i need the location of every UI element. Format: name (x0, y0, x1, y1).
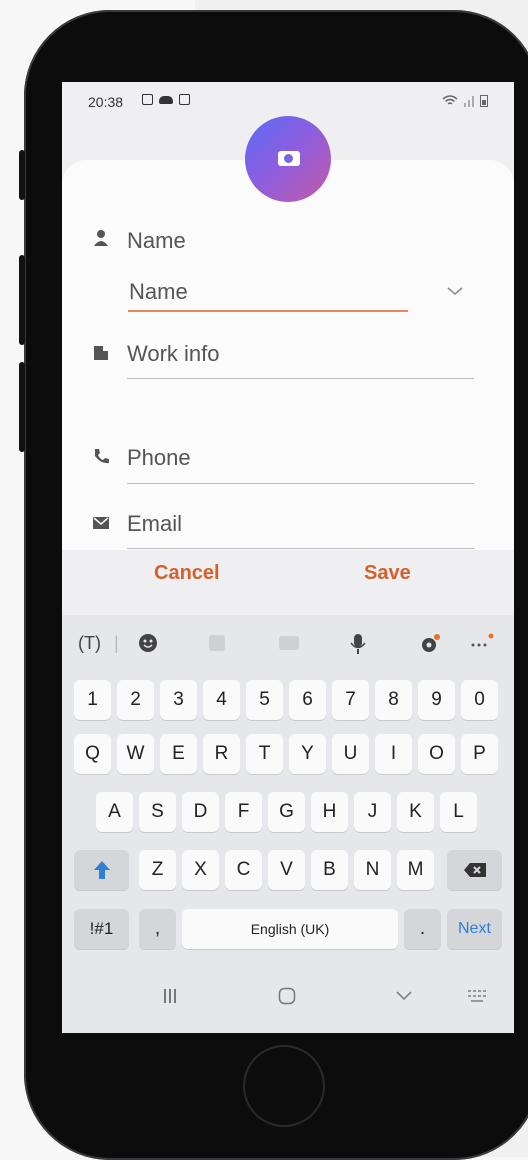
key-y[interactable]: Y (289, 734, 326, 774)
work-info-input[interactable]: Work info (127, 341, 220, 367)
key-r[interactable]: R (203, 734, 240, 774)
name-input[interactable]: Name (129, 279, 188, 305)
sticker-icon[interactable] (207, 633, 227, 653)
key-o[interactable]: O (418, 734, 455, 774)
building-icon (94, 346, 108, 360)
key-m[interactable]: M (397, 850, 434, 890)
phone-icon (95, 449, 109, 464)
emoji-icon[interactable] (138, 633, 158, 653)
chevron-down-icon[interactable] (447, 286, 463, 296)
backspace-key[interactable] (447, 850, 502, 890)
keyboard-hide-icon[interactable] (468, 990, 488, 1002)
next-key[interactable]: Next (447, 909, 502, 949)
key-b[interactable]: B (311, 850, 348, 890)
key-g[interactable]: G (268, 792, 305, 832)
physical-home-button[interactable] (243, 1045, 325, 1127)
key-k[interactable]: K (397, 792, 434, 832)
key-j[interactable]: J (354, 792, 391, 832)
save-button[interactable]: Save (364, 562, 411, 585)
key-t[interactable]: T (246, 734, 283, 774)
space-key[interactable]: English (UK) (182, 909, 398, 949)
backspace-icon (463, 863, 486, 877)
key-0[interactable]: 0 (461, 680, 498, 720)
toolbar-divider: | (114, 633, 119, 653)
key-8[interactable]: 8 (375, 680, 412, 720)
back-chevron-icon[interactable] (396, 991, 412, 1001)
key-1[interactable]: 1 (74, 680, 111, 720)
key-7[interactable]: 7 (332, 680, 369, 720)
more-options-icon[interactable] (470, 633, 494, 651)
cloud-notification-icon (159, 96, 173, 104)
key-6[interactable]: 6 (289, 680, 326, 720)
key-i[interactable]: I (375, 734, 412, 774)
key-n[interactable]: N (354, 850, 391, 890)
key-4[interactable]: 4 (203, 680, 240, 720)
cancel-button[interactable]: Cancel (154, 562, 220, 585)
side-button-volume-down (19, 362, 25, 452)
key-p[interactable]: P (461, 734, 498, 774)
key-w[interactable]: W (117, 734, 154, 774)
key-h[interactable]: H (311, 792, 348, 832)
recent-apps-icon[interactable] (163, 988, 177, 1004)
battery-icon (480, 95, 488, 107)
side-button-volume-up (19, 255, 25, 345)
person-icon (94, 230, 108, 246)
key-3[interactable]: 3 (160, 680, 197, 720)
key-2[interactable]: 2 (117, 680, 154, 720)
navigation-bar (62, 964, 514, 1033)
keyboard-toolbar: (T) | (62, 615, 514, 675)
shift-arrow-icon (93, 861, 110, 879)
side-button-action (19, 150, 25, 200)
key-s[interactable]: S (139, 792, 176, 832)
key-q[interactable]: Q (74, 734, 111, 774)
symbols-key[interactable]: !#1 (74, 909, 129, 949)
key-c[interactable]: C (225, 850, 262, 890)
email-input[interactable]: Email (127, 511, 182, 537)
key-x[interactable]: X (182, 850, 219, 890)
gif-icon[interactable] (278, 633, 300, 653)
work-info-underline (127, 378, 474, 379)
comma-key[interactable]: , (139, 909, 176, 949)
shift-key[interactable] (74, 850, 129, 890)
period-key[interactable]: . (404, 909, 441, 949)
wifi-icon (442, 94, 458, 105)
key-l[interactable]: L (440, 792, 477, 832)
settings-gear-icon[interactable] (419, 633, 441, 655)
add-photo-button[interactable] (245, 116, 331, 202)
image-notification-icon (142, 94, 153, 105)
email-icon (93, 517, 109, 529)
key-a[interactable]: A (96, 792, 133, 832)
key-u[interactable]: U (332, 734, 369, 774)
camera-icon (278, 151, 300, 166)
screenshot-notification-icon (179, 94, 190, 105)
phone-input[interactable]: Phone (127, 445, 191, 471)
signal-icon (464, 95, 474, 107)
phone-underline (127, 483, 474, 484)
key-e[interactable]: E (160, 734, 197, 774)
email-underline (127, 548, 474, 549)
home-nav-icon[interactable] (278, 987, 296, 1005)
microphone-icon[interactable] (350, 633, 366, 655)
text-mode-icon[interactable]: (T) (78, 633, 101, 654)
name-section-label: Name (127, 228, 186, 253)
key-d[interactable]: D (182, 792, 219, 832)
key-9[interactable]: 9 (418, 680, 455, 720)
key-z[interactable]: Z (139, 850, 176, 890)
phone-screen: 20:38 Name Name Work info Phone Email Ca… (62, 82, 514, 1033)
status-time: 20:38 (88, 94, 124, 110)
key-f[interactable]: F (225, 792, 262, 832)
key-v[interactable]: V (268, 850, 305, 890)
name-input-underline (128, 310, 408, 312)
key-5[interactable]: 5 (246, 680, 283, 720)
